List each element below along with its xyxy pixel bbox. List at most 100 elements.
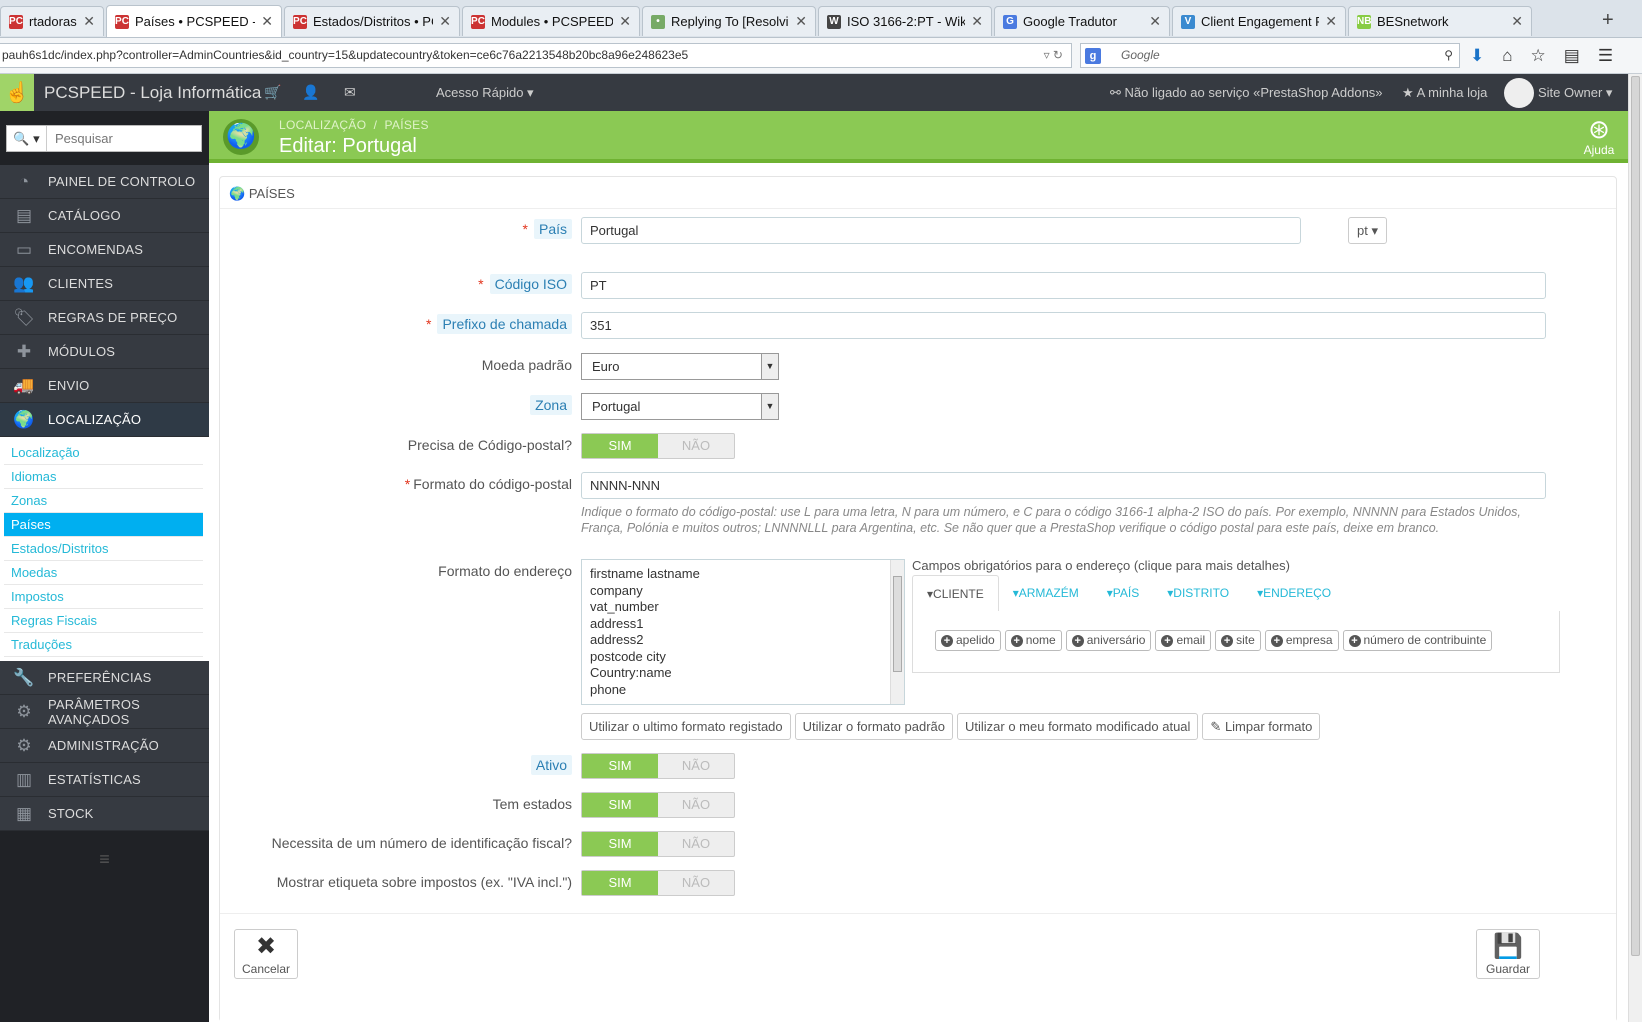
cart-icon[interactable]: 🛒 xyxy=(264,84,281,101)
switch-no[interactable]: NÃO xyxy=(658,434,734,458)
envelope-icon[interactable]: ✉ xyxy=(344,84,356,101)
tab-close-icon[interactable]: ✕ xyxy=(1325,13,1337,30)
avatar[interactable] xyxy=(1504,78,1534,108)
sidebar-item[interactable]: 👥 CLIENTES xyxy=(0,267,209,301)
sidebar-item[interactable]: 🚚 ENVIO xyxy=(0,369,209,403)
switch-yes[interactable]: SIM xyxy=(582,793,658,817)
need-vat-switch[interactable]: SIM NÃO xyxy=(581,831,735,857)
sidebar-item[interactable]: ▭ ENCOMENDAS xyxy=(0,233,209,267)
zip-format-input[interactable] xyxy=(581,472,1546,499)
submenu-item[interactable]: Estados/Distritos xyxy=(4,537,203,561)
switch-no[interactable]: NÃO xyxy=(658,871,734,895)
switch-no[interactable]: NÃO xyxy=(658,793,734,817)
call-prefix-input[interactable] xyxy=(581,312,1546,339)
search-type-dropdown[interactable]: 🔍 ▾ xyxy=(7,126,47,151)
address-tab[interactable]: ▾DISTRITO xyxy=(1153,575,1243,612)
address-tab[interactable]: ▾PAÍS xyxy=(1093,575,1154,612)
sidebar-item[interactable]: ▦ STOCK xyxy=(0,797,209,831)
browser-tab[interactable]: PC Países • PCSPEED - Loj... ✕ xyxy=(106,5,282,37)
download-icon[interactable]: ⬇ xyxy=(1470,46,1484,66)
switch-yes[interactable]: SIM xyxy=(582,754,658,778)
submenu-item[interactable]: Países xyxy=(4,513,203,537)
cancel-button[interactable]: ✖ Cancelar xyxy=(234,929,298,979)
address-format-textarea[interactable]: firstname lastname company vat_number addre… xyxy=(581,559,905,705)
browser-tab[interactable]: • Replying To [Resolvid... ✕ xyxy=(642,6,816,36)
browser-tab[interactable]: V Client Engagement Pl... ✕ xyxy=(1172,6,1346,36)
clear-format-button[interactable]: ✎ Limpar formato xyxy=(1202,713,1321,740)
submenu-item[interactable]: Impostos xyxy=(4,585,203,609)
sidebar-item[interactable]: 🔧 PREFERÊNCIAS xyxy=(0,661,209,695)
breadcrumb-countries[interactable]: PAÍSES xyxy=(385,118,429,132)
tab-close-icon[interactable]: ✕ xyxy=(619,13,631,30)
address-tab[interactable]: ▾CLIENTE xyxy=(912,575,999,612)
address-field-chip[interactable]: + site xyxy=(1215,630,1261,651)
browser-tab[interactable]: G Google Tradutor ✕ xyxy=(994,6,1170,36)
switch-no[interactable]: NÃO xyxy=(658,754,734,778)
url-bar[interactable]: pauh6s1dc/index.php?controller=AdminCoun… xyxy=(0,43,1072,68)
submenu-item[interactable]: Idiomas xyxy=(4,465,203,489)
user-icon[interactable]: 👤 xyxy=(302,84,319,101)
browser-search-box[interactable]: g Google ⚲ xyxy=(1080,43,1460,68)
browser-tab[interactable]: PC Modules • PCSPEED - ... ✕ xyxy=(462,6,640,36)
browser-tab[interactable]: W ISO 3166-2:PT - Wikip... ✕ xyxy=(818,6,992,36)
prestashop-logo-icon[interactable]: ☝ xyxy=(0,74,34,111)
collapse-menu-icon[interactable]: ≡ xyxy=(0,849,209,870)
sidebar-item[interactable]: 🏷 REGRAS DE PREÇO xyxy=(0,301,209,335)
quick-access-menu[interactable]: Acesso Rápido ▾ xyxy=(436,85,534,101)
scrollbar-thumb[interactable] xyxy=(1631,76,1640,956)
address-tab[interactable]: ▾ENDEREÇO xyxy=(1243,575,1345,612)
tab-close-icon[interactable]: ✕ xyxy=(795,13,807,30)
display-tax-switch[interactable]: SIM NÃO xyxy=(581,870,735,896)
tab-close-icon[interactable]: ✕ xyxy=(439,13,451,30)
zone-select[interactable]: Portugal ▼ xyxy=(581,393,779,420)
bookmarks-list-icon[interactable]: ▤ xyxy=(1564,46,1580,66)
default-currency-select[interactable]: Euro ▼ xyxy=(581,353,779,380)
search-icon[interactable]: ⚲ xyxy=(1444,44,1453,67)
tab-close-icon[interactable]: ✕ xyxy=(261,13,273,30)
browser-tab[interactable]: PC rtadoras • PCS... ✕ xyxy=(0,6,104,36)
tab-close-icon[interactable]: ✕ xyxy=(1149,13,1161,30)
use-default-format-button[interactable]: Utilizar o formato padrão xyxy=(794,713,953,740)
page-scrollbar[interactable] xyxy=(1628,74,1642,1022)
address-field-chip[interactable]: + aniversário xyxy=(1065,630,1152,651)
breadcrumb-localization[interactable]: LOCALIZAÇÃO xyxy=(279,118,366,132)
sidebar-item[interactable]: ▤ CATÁLOGO xyxy=(0,199,209,233)
tab-close-icon[interactable]: ✕ xyxy=(1511,13,1523,30)
address-field-chip[interactable]: + empresa xyxy=(1264,630,1339,651)
bookmark-star-icon[interactable]: ☆ xyxy=(1531,46,1546,66)
language-dropdown[interactable]: pt ▾ xyxy=(1348,217,1387,244)
menu-icon[interactable]: ☰ xyxy=(1598,46,1613,66)
active-switch[interactable]: SIM NÃO xyxy=(581,753,735,779)
switch-yes[interactable]: SIM xyxy=(582,434,658,458)
sidebar-search-input[interactable] xyxy=(55,126,195,151)
help-button[interactable]: ⊛ Ajuda xyxy=(1579,115,1619,157)
textarea-scrollbar[interactable] xyxy=(890,560,904,704)
use-current-format-button[interactable]: Utilizar o meu formato modificado atual xyxy=(956,713,1199,740)
tab-close-icon[interactable]: ✕ xyxy=(83,13,95,30)
switch-yes[interactable]: SIM xyxy=(582,871,658,895)
new-tab-button[interactable]: + xyxy=(1602,9,1614,32)
switch-no[interactable]: NÃO xyxy=(658,832,734,856)
submenu-item[interactable]: Regras Fiscais xyxy=(4,609,203,633)
address-field-chip[interactable]: + apelido xyxy=(935,630,1001,651)
need-zip-switch[interactable]: SIM NÃO xyxy=(581,433,735,459)
use-last-format-button[interactable]: Utilizar o ultimo formato registado xyxy=(581,713,791,740)
reload-icon[interactable]: ▿ ↻ xyxy=(1044,44,1063,67)
tab-close-icon[interactable]: ✕ xyxy=(971,13,983,30)
my-shop-link[interactable]: ★ A minha loja xyxy=(1402,85,1487,101)
sidebar-item[interactable]: ◔ PAINEL DE CONTROLO xyxy=(0,165,209,199)
submenu-item[interactable]: Localização xyxy=(4,441,203,465)
employee-menu[interactable]: Site Owner ▾ xyxy=(1538,85,1612,101)
sidebar-item[interactable]: ⚙ ADMINISTRAÇÃO xyxy=(0,729,209,763)
contains-states-switch[interactable]: SIM NÃO xyxy=(581,792,735,818)
home-icon[interactable]: ⌂ xyxy=(1502,46,1512,66)
browser-tab[interactable]: PC Estados/Distritos • PC... ✕ xyxy=(284,6,460,36)
sidebar-item[interactable]: ▥ ESTATÍSTICAS xyxy=(0,763,209,797)
iso-code-input[interactable] xyxy=(581,272,1546,299)
address-field-chip[interactable]: + número de contribuinte xyxy=(1342,630,1493,651)
country-name-input[interactable] xyxy=(581,217,1301,244)
sidebar-item[interactable]: 🌍 LOCALIZAÇÃO xyxy=(0,403,209,437)
switch-yes[interactable]: SIM xyxy=(582,832,658,856)
sidebar-item[interactable]: ✚ MÓDULOS xyxy=(0,335,209,369)
address-field-chip[interactable]: + email xyxy=(1155,630,1212,651)
